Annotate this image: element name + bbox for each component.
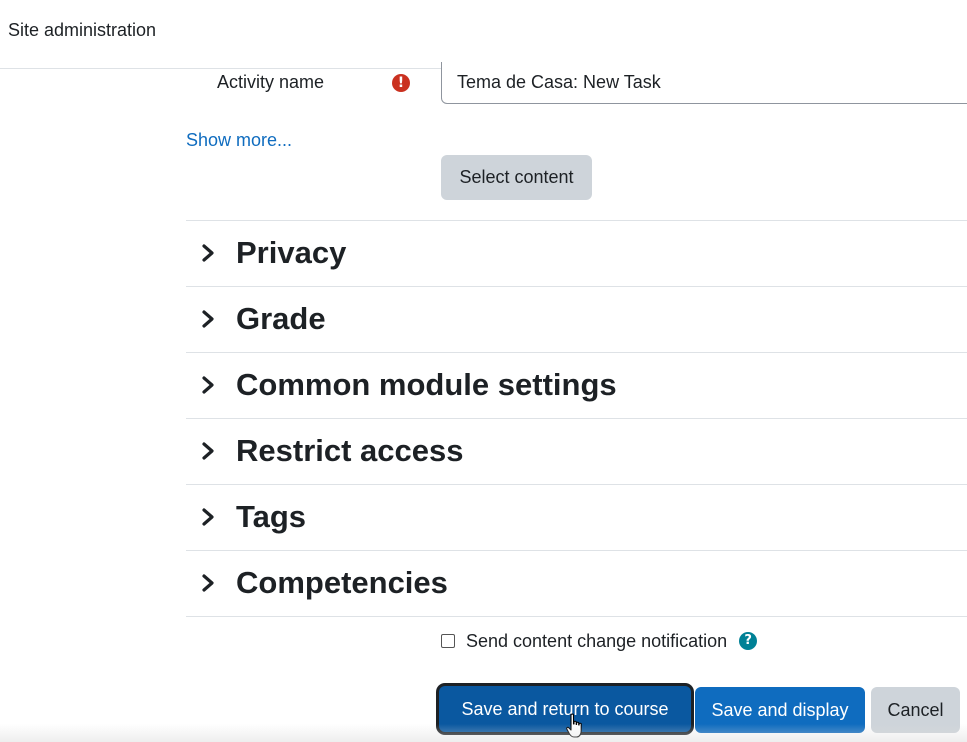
section-tags[interactable]: Tags <box>186 484 967 550</box>
show-more-link[interactable]: Show more... <box>186 130 292 151</box>
cancel-button[interactable]: Cancel <box>871 687 960 733</box>
top-navbar: Site administration <box>0 0 967 69</box>
activity-name-input[interactable] <box>441 62 967 104</box>
save-and-return-button[interactable]: Save and return to course <box>439 686 691 732</box>
section-title: Privacy <box>236 235 347 270</box>
chevron-right-icon <box>202 574 214 592</box>
notification-row: Send content change notification ? <box>441 630 758 652</box>
select-content-button[interactable]: Select content <box>441 155 592 200</box>
section-restrict-access[interactable]: Restrict access <box>186 418 967 484</box>
question-circle-icon[interactable]: ? <box>739 632 758 650</box>
chevron-right-icon <box>202 442 214 460</box>
page: Site administration Activity name ! Show… <box>0 0 967 742</box>
section-title: Tags <box>236 499 307 534</box>
hand-pointer-cursor-icon <box>566 713 582 738</box>
section-title: Competencies <box>236 565 448 600</box>
chevron-right-icon <box>202 508 214 526</box>
chevron-right-icon <box>202 244 214 262</box>
section-common-module-settings[interactable]: Common module settings <box>186 352 967 418</box>
section-title: Common module settings <box>236 367 617 402</box>
required-icon: ! <box>392 74 410 92</box>
send-notification-label[interactable]: Send content change notification <box>466 631 727 652</box>
chevron-right-icon <box>202 376 214 394</box>
section-title: Grade <box>236 301 326 336</box>
chevron-right-icon <box>202 310 214 328</box>
form-sections: Privacy Grade Common module settings Res… <box>186 220 967 617</box>
section-competencies[interactable]: Competencies <box>186 550 967 617</box>
send-notification-checkbox[interactable] <box>441 634 455 648</box>
section-title: Restrict access <box>236 433 464 468</box>
section-privacy[interactable]: Privacy <box>186 220 967 286</box>
site-administration-link[interactable]: Site administration <box>8 20 156 41</box>
section-grade[interactable]: Grade <box>186 286 967 352</box>
save-and-display-button[interactable]: Save and display <box>695 687 865 733</box>
activity-name-label: Activity name <box>217 72 325 92</box>
